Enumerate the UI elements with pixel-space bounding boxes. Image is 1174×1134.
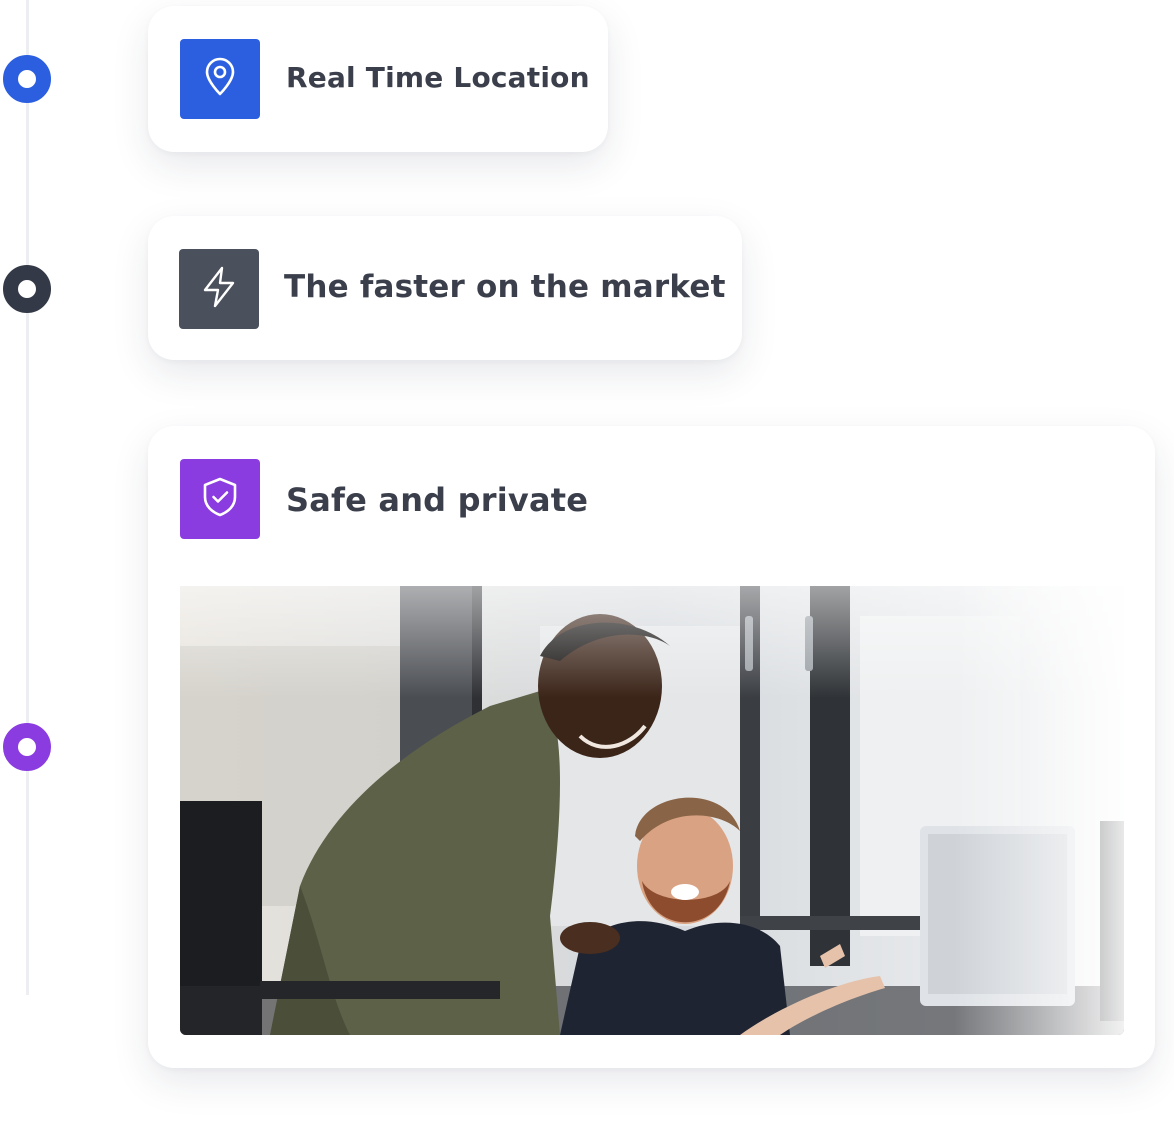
timeline-dot-privacy: [3, 723, 51, 771]
feature-card-real-time-location[interactable]: Real Time Location: [148, 6, 608, 152]
timeline-dot-location: [3, 55, 51, 103]
feature-icon-tile: [179, 249, 259, 329]
timeline-dot-speed: [3, 265, 51, 313]
two-men-at-office-desk-photo: [180, 586, 1124, 1035]
feature-card-safe-private[interactable]: Safe and private: [148, 426, 1155, 1068]
timeline-line: [26, 0, 29, 995]
feature-label: Safe and private: [286, 481, 589, 519]
office-photo: [180, 586, 1124, 1035]
feature-label: Real Time Location: [286, 61, 590, 94]
feature-icon-tile: [180, 459, 260, 539]
location-pin-icon: [202, 57, 238, 102]
feature-card-faster-market[interactable]: The faster on the market: [148, 216, 742, 360]
lightning-bolt-icon: [199, 265, 239, 314]
feature-icon-tile: [180, 39, 260, 119]
shield-check-icon: [200, 475, 240, 524]
feature-label: The faster on the market: [284, 269, 726, 305]
